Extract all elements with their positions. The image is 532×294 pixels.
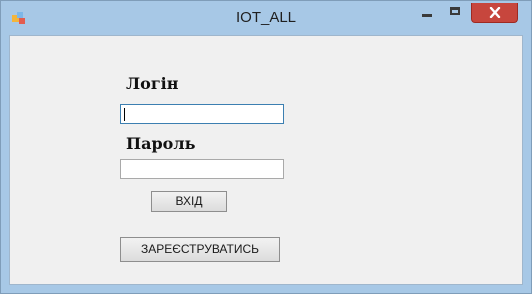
password-input[interactable] — [120, 159, 284, 179]
close-button[interactable] — [471, 3, 518, 23]
minimize-button[interactable] — [413, 3, 441, 23]
login-label: Логін — [126, 74, 179, 93]
app-window: IOT_ALL Логін Пароль ВХІД ЗАРЕЄСТРУВАТИС… — [0, 0, 532, 294]
register-button[interactable]: ЗАРЕЄСТРУВАТИСЬ — [120, 237, 280, 262]
title-bar[interactable]: IOT_ALL — [1, 1, 531, 35]
text-caret — [124, 108, 125, 121]
login-button[interactable]: ВХІД — [151, 191, 227, 212]
form-client-area: Логін Пароль ВХІД ЗАРЕЄСТРУВАТИСЬ — [9, 35, 523, 285]
login-input[interactable] — [120, 104, 284, 124]
close-icon — [489, 7, 501, 18]
password-label: Пароль — [126, 134, 196, 153]
maximize-button[interactable] — [442, 3, 470, 23]
